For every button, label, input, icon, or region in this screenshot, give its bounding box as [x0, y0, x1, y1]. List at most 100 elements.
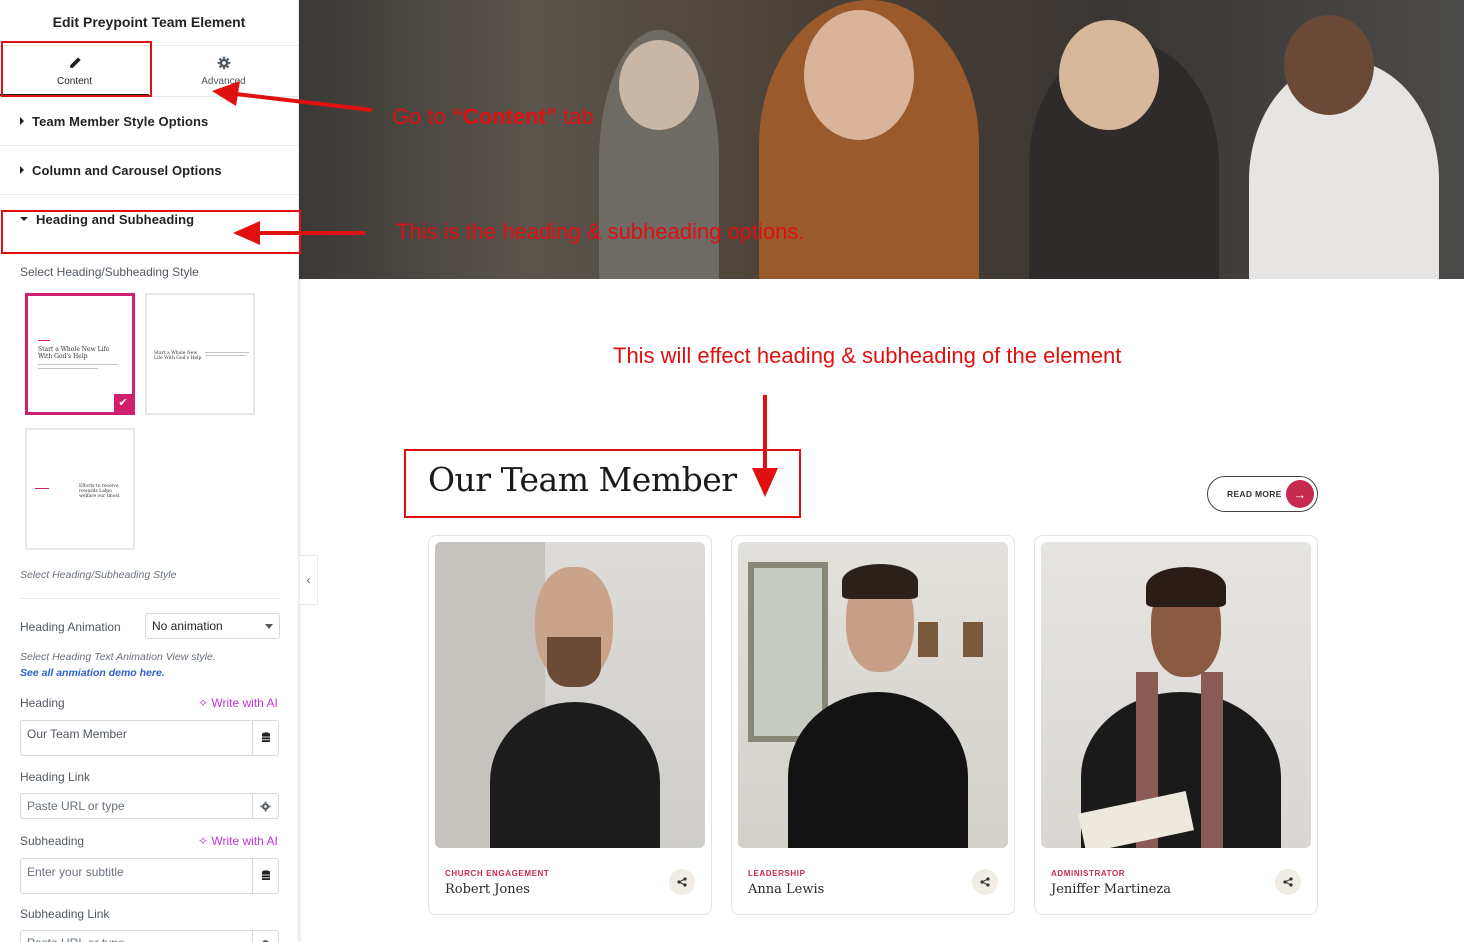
heading-label: Heading	[20, 696, 65, 710]
section-column-carousel[interactable]: Column and Carousel Options	[0, 146, 298, 195]
chevron-down-icon	[265, 624, 273, 629]
check-icon: ✔	[114, 394, 132, 412]
mini-subtitle	[35, 488, 49, 489]
gear-icon	[260, 801, 271, 811]
style-option-2[interactable]: Start a Whole New Life With God's Help	[145, 293, 255, 415]
member-photo	[1041, 542, 1311, 848]
member-role: CHURCH ENGAGEMENT	[445, 869, 550, 878]
hero-face	[1284, 15, 1374, 115]
collapse-panel-button[interactable]: ‹	[300, 555, 318, 605]
write-with-ai-button[interactable]: ✧ Write with AI	[198, 834, 278, 848]
tab-advanced[interactable]: Advanced	[149, 46, 298, 96]
caret-right-icon	[20, 117, 24, 125]
divider	[20, 598, 279, 599]
mini-line	[205, 355, 245, 356]
dynamic-tags-button[interactable]	[252, 858, 279, 894]
annotation-box-heading-section	[1, 210, 301, 254]
heading-animation-label: Heading Animation	[20, 620, 121, 634]
team-card[interactable]: CHURCH ENGAGEMENT Robert Jones	[428, 535, 712, 915]
animation-demo-link[interactable]: See all anmiation demo here.	[20, 667, 165, 679]
heading-animation-value: No animation	[152, 619, 223, 633]
hero-face	[1059, 20, 1159, 130]
sparkle-icon: ✧	[198, 834, 209, 848]
style-select-label: Select Heading/Subheading Style	[20, 265, 199, 279]
write-with-ai-button[interactable]: ✧ Write with AI	[198, 696, 278, 710]
photo-icon	[963, 622, 983, 657]
dynamic-tags-button[interactable]	[252, 720, 279, 756]
heading-link-input[interactable]: Paste URL or type	[20, 793, 253, 819]
style-hint: Select Heading/Subheading Style	[20, 569, 177, 581]
thumb-title: Start a Whole New Life With God's Help	[38, 346, 110, 360]
gear-icon	[217, 56, 230, 69]
annotation-heading-options: This is the heading & subheading options…	[396, 219, 805, 244]
editor-screen: Edit Preypoint Team Element Content Adva…	[0, 0, 1464, 942]
heading-field[interactable]: Our Team Member	[20, 720, 253, 756]
mini-subtitle	[38, 340, 50, 341]
ai-label: Write with AI	[211, 696, 278, 710]
photo-beard	[547, 637, 601, 687]
team-card[interactable]: LEADERSHIP Anna Lewis	[731, 535, 1015, 915]
member-photo	[435, 542, 705, 848]
share-icon	[677, 877, 687, 887]
mini-line	[205, 352, 249, 353]
heading-link-label: Heading Link	[20, 770, 91, 784]
link-options-button[interactable]	[252, 930, 279, 942]
database-icon	[261, 732, 270, 742]
member-role: ADMINISTRATOR	[1051, 869, 1126, 878]
caret-right-icon	[20, 166, 24, 174]
annotation-box-heading	[404, 449, 801, 518]
database-icon	[261, 870, 270, 880]
animation-hint: Select Heading Text Animation View style…	[20, 651, 216, 663]
gear-icon	[262, 939, 269, 942]
annotation-box-content-tab	[1, 41, 152, 97]
subheading-field[interactable]: Enter your subtitle	[20, 858, 253, 894]
member-name: Anna Lewis	[748, 882, 825, 897]
share-button[interactable]	[972, 869, 998, 895]
mini-line	[38, 368, 98, 369]
share-button[interactable]	[669, 869, 695, 895]
photo-body	[490, 702, 660, 848]
team-card[interactable]: ADMINISTRATOR Jeniffer Martineza	[1034, 535, 1318, 915]
photo-body	[788, 692, 968, 848]
read-more-button[interactable]: READ MORE →	[1207, 476, 1318, 512]
share-icon	[980, 877, 990, 887]
link-options-button[interactable]	[252, 793, 279, 819]
photo-hair	[1146, 567, 1226, 607]
section-label: Team Member Style Options	[32, 113, 209, 129]
photo-icon	[918, 622, 938, 657]
sparkle-icon: ✧	[198, 696, 209, 710]
member-name: Jeniffer Martineza	[1051, 882, 1172, 897]
share-button[interactable]	[1275, 869, 1301, 895]
style-option-3[interactable]: Efforts to receive rewards Lalpo welfare…	[25, 428, 135, 550]
subheading-label: Subheading	[20, 834, 85, 848]
style-option-1[interactable]: Start a Whole New Life With God's Help ✔	[25, 293, 135, 415]
arrow-right-icon: →	[1286, 480, 1314, 508]
mini-line	[38, 364, 118, 365]
photo-stole	[1201, 672, 1223, 848]
annotation-content-tab: Go to “Content” tab	[392, 104, 594, 130]
heading-animation-select[interactable]: No animation	[145, 613, 280, 639]
member-name: Robert Jones	[445, 882, 530, 897]
section-team-member-style[interactable]: Team Member Style Options	[0, 97, 298, 146]
subheading-link-label: Subheading Link	[20, 907, 110, 921]
anno-part-bold: “Content”	[451, 104, 558, 129]
read-more-label: READ MORE	[1227, 489, 1282, 499]
hero-face	[804, 10, 914, 140]
anno-part: tab	[557, 104, 594, 129]
chevron-left-icon: ‹	[306, 573, 311, 587]
member-photo	[738, 542, 1008, 848]
section-label: Column and Carousel Options	[32, 162, 222, 178]
member-role: LEADERSHIP	[748, 869, 806, 878]
anno-part: Go to	[392, 104, 452, 129]
tab-advanced-label: Advanced	[201, 75, 246, 87]
photo-hair	[842, 564, 918, 599]
share-icon	[1283, 877, 1293, 887]
thumb-title: Efforts to receive rewards Lalpo welfare…	[79, 484, 120, 499]
thumb-title: Start a Whole New Life With God's Help	[154, 351, 202, 361]
hero-face	[619, 40, 699, 130]
annotation-effect: This will effect heading & subheading of…	[613, 343, 1122, 368]
editor-panel: Edit Preypoint Team Element Content Adva…	[0, 0, 299, 942]
subheading-link-input[interactable]: Paste URL or type	[20, 930, 253, 942]
ai-label: Write with AI	[211, 834, 278, 848]
panel-title: Edit Preypoint Team Element	[0, 0, 298, 46]
